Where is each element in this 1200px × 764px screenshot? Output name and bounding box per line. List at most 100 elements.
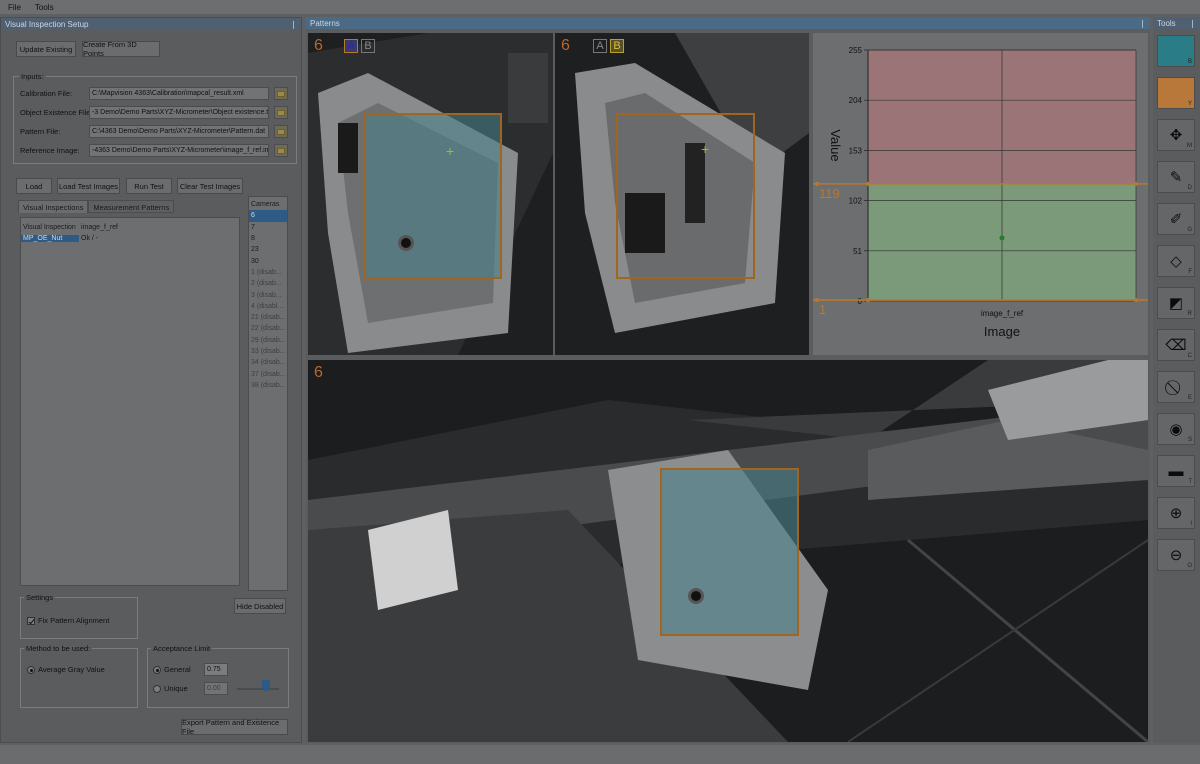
pin-icon[interactable]: ❘ (290, 20, 297, 29)
zoom-out-button[interactable]: ⊖ O (1157, 539, 1195, 571)
panel-title-bar: Visual Inspection Setup ❘ (1, 18, 301, 30)
camera-item[interactable]: 38 (disab... (249, 380, 287, 391)
shortcut-key: Y (1187, 101, 1192, 107)
browse-reference-button[interactable] (274, 144, 288, 157)
load-button[interactable]: Load (16, 178, 52, 194)
shortcut-key: G (1187, 227, 1192, 233)
browse-calibration-button[interactable] (274, 87, 288, 100)
camera-item[interactable]: 21 (disab... (249, 312, 287, 323)
inspection-list: Visual Inspection image_f_ref MP_OE_Nut … (20, 217, 240, 586)
upper-threshold-label: 119 (819, 186, 840, 201)
menu-file[interactable]: File (8, 3, 21, 12)
camera-item[interactable]: 2 (disab... (249, 278, 287, 289)
calibration-field[interactable]: C:\Mapvision 4363\Calibration\mapcal_res… (89, 87, 269, 100)
list-item[interactable]: MP_OE_Nut Ok / - (21, 233, 239, 244)
visual-inspection-setup-panel: Visual Inspection Setup ❘ Update Existin… (0, 17, 302, 743)
patterns-title-bar: Patterns ❘ (306, 17, 1150, 29)
camera-item[interactable]: 23 (249, 244, 287, 255)
load-test-images-button[interactable]: Load Test Images (57, 178, 120, 194)
camera-view-a[interactable]: + 6 A B (308, 33, 553, 355)
pattern-roi[interactable] (616, 113, 755, 279)
camera-item[interactable]: 8 (249, 233, 287, 244)
x-tick-label: image_f_ref (981, 309, 1024, 318)
camera-view-b[interactable]: + 6 A B (555, 33, 809, 355)
method-group (20, 648, 138, 708)
folder-icon (277, 109, 285, 116)
clear-test-images-button[interactable]: Clear Test Images (177, 178, 243, 194)
camera-item[interactable]: 4 (disabl... (249, 301, 287, 312)
camera-item[interactable]: 22 (disab... (249, 323, 287, 334)
threshold-handle (1134, 298, 1138, 303)
camera-item[interactable]: 1 (disab... (249, 267, 287, 278)
camera-item[interactable]: 7 (249, 222, 287, 233)
pattern-roi[interactable] (363, 113, 502, 279)
export-button[interactable]: Export Pattern and Existence File (181, 718, 288, 736)
general-radio[interactable]: General (153, 665, 191, 675)
folder-icon (277, 147, 285, 154)
existence-field[interactable]: -3 Demo\Demo Parts\XYZ-Micrometer\Object… (89, 106, 269, 119)
create-from-3d-button[interactable]: Create From 3D Points (82, 40, 160, 58)
radio-selected-icon (153, 666, 161, 675)
reference-field[interactable]: -4363 Demo\Demo Parts\XYZ-Micrometer\ima… (89, 144, 269, 157)
show-tool-button[interactable]: ◉ S (1157, 413, 1195, 445)
erase-tool-button[interactable]: ⃠E (1157, 371, 1195, 403)
shortcut-key: C (1187, 353, 1192, 359)
pattern-roi[interactable] (660, 468, 799, 636)
unique-value-input[interactable]: 0.00 (204, 682, 228, 695)
draw-tool-button[interactable]: ✎ D (1157, 161, 1195, 193)
y-axis-label: Value (828, 129, 843, 161)
browse-pattern-button[interactable] (274, 125, 288, 138)
a-toggle[interactable]: A (593, 39, 607, 53)
camera-item[interactable]: 37 (disab... (249, 368, 287, 379)
panel-title: Visual Inspection Setup (5, 19, 89, 29)
camera-number: 6 (314, 364, 323, 381)
clear-tool-button[interactable]: ⌫ C (1157, 329, 1195, 361)
ab-switch: A B (593, 39, 624, 53)
y-tick-label: 153 (849, 146, 863, 155)
nut-hole (398, 235, 414, 251)
rect-tool-button[interactable]: ◩ R (1157, 287, 1195, 319)
gradient-tool-icon: ▬ (1168, 462, 1184, 480)
camera-view-main[interactable]: 6 (308, 360, 1148, 742)
gradient-tool-button[interactable]: ▬ T (1157, 455, 1195, 487)
tab-visual-inspections[interactable]: Visual Inspections (18, 200, 89, 213)
color-b-swatch[interactable]: B (1157, 35, 1195, 67)
update-existing-button[interactable]: Update Existing (16, 41, 76, 57)
browse-existence-button[interactable] (274, 106, 288, 119)
menu-tools[interactable]: Tools (35, 3, 54, 12)
zoom-in-button[interactable]: ⊕ I (1157, 497, 1195, 529)
color-y-swatch[interactable]: Y (1157, 77, 1195, 109)
camera-item[interactable]: 29 (disab... (249, 335, 287, 346)
tools-title-bar: Tools ❘ (1153, 17, 1200, 29)
unique-radio[interactable]: Unique (153, 684, 188, 694)
pin-icon[interactable]: ❘ (1189, 19, 1196, 28)
clear-tool-icon: ⌫ (1165, 337, 1187, 354)
shortcut-key: S (1187, 437, 1192, 443)
camera-item[interactable]: 34 (disab... (249, 357, 287, 368)
camera-item[interactable]: 30 (249, 255, 287, 266)
acceptance-slider-track[interactable] (237, 688, 279, 690)
cameras-label: Cameras (251, 201, 280, 209)
fill-tool-button[interactable]: ◇ F (1157, 245, 1195, 277)
run-test-button[interactable]: Run Test (126, 178, 172, 194)
camera-item[interactable]: 33 (disab... (249, 346, 287, 357)
b-toggle[interactable]: B (361, 39, 375, 53)
radio-selected-icon (27, 666, 35, 675)
camera-item[interactable]: 3 (disab... (249, 289, 287, 300)
list-item[interactable]: Visual Inspection image_f_ref (21, 222, 239, 233)
list-item-value: Ok / - (81, 235, 99, 242)
pin-icon[interactable]: ❘ (1139, 19, 1146, 28)
camera-item[interactable]: 6 (249, 210, 287, 222)
b-toggle[interactable]: B (610, 39, 624, 53)
average-gray-radio[interactable]: Average Gray Value (27, 665, 105, 675)
tab-measurement-patterns[interactable]: Measurement Patterns (88, 200, 175, 213)
zoom-out-icon: ⊖ (1169, 547, 1183, 564)
general-value-input[interactable]: 0.75 (204, 663, 228, 676)
existence-label: Object Existence File: (20, 108, 93, 117)
hide-disabled-button[interactable]: Hide Disabled (234, 598, 286, 614)
move-tool-button[interactable]: ✥ M (1157, 119, 1195, 151)
a-toggle[interactable]: A (344, 39, 358, 53)
pattern-field[interactable]: C:\4363 Demo\Demo Parts\XYZ-Micrometer\P… (89, 125, 269, 138)
brush-tool-button[interactable]: ✐ G (1157, 203, 1195, 235)
fix-pattern-checkbox[interactable]: Fix Pattern Alignment (27, 616, 109, 626)
